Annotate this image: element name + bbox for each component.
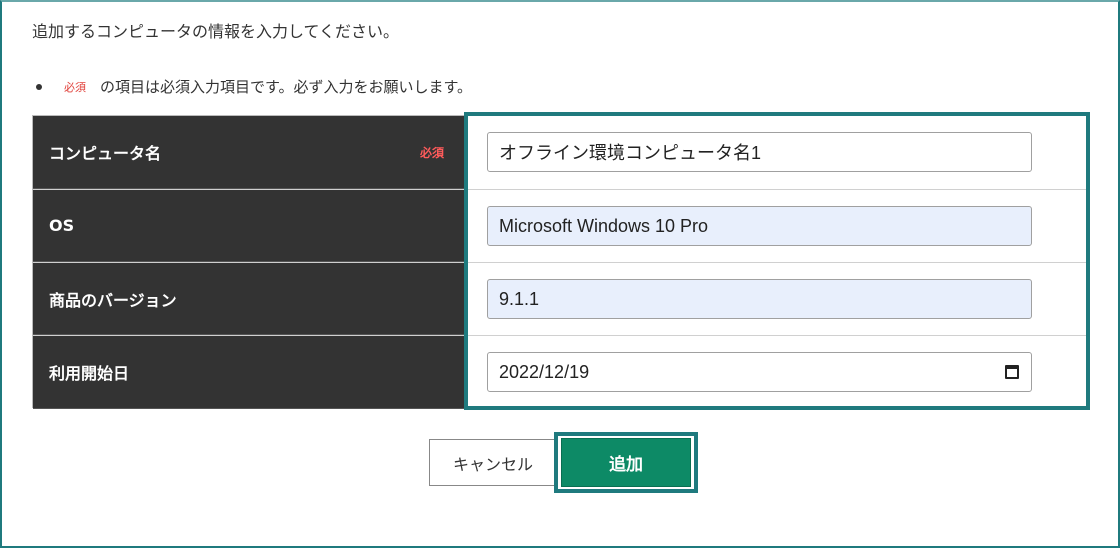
field-label-text: コンピュータ名 <box>49 144 162 163</box>
field-label-text: 商品のバージョン <box>49 290 177 310</box>
form-row-os: OS Microsoft Windows 10 Pro <box>33 189 1088 262</box>
start-date-input[interactable]: 2022/12/19 <box>487 352 1032 392</box>
os-input[interactable]: Microsoft Windows 10 Pro <box>487 206 1032 246</box>
form-row-start-date: 利用開始日 2022/12/19 <box>33 335 1088 409</box>
start-date-value: 2022/12/19 <box>499 361 590 382</box>
field-label: 商品のバージョン <box>33 263 466 335</box>
field-label-text: 利用開始日 <box>49 364 130 383</box>
form-row-computer-name: コンピュータ名 必須 オフライン環境コンピュータ名1 <box>33 116 1088 189</box>
field-label: OS <box>33 190 466 262</box>
bullet-icon <box>36 83 42 90</box>
form-row-version: 商品のバージョン 9.1.1 <box>33 262 1088 335</box>
add-button[interactable]: 追加 <box>561 438 691 487</box>
calendar-icon[interactable] <box>1005 365 1019 379</box>
field-label: コンピュータ名 必須 <box>33 116 466 189</box>
computer-form-table: コンピュータ名 必須 オフライン環境コンピュータ名1 OS Microsoft … <box>32 115 1088 409</box>
required-badge: 必須 <box>64 80 86 94</box>
required-note: 必須 の項目は必須入力項目です。必ず入力をお願いします。 <box>36 76 472 97</box>
field-label: 利用開始日 <box>33 336 466 409</box>
required-badge: 必須 <box>419 145 444 160</box>
field-label-text: OS <box>49 216 75 235</box>
computer-name-input[interactable]: オフライン環境コンピュータ名1 <box>487 132 1032 172</box>
intro-text: 追加するコンピュータの情報を入力してください。 <box>32 22 400 41</box>
version-input[interactable]: 9.1.1 <box>487 279 1032 319</box>
required-note-text: の項目は必須入力項目です。必ず入力をお願いします。 <box>100 78 473 96</box>
cancel-button[interactable]: キャンセル <box>429 439 557 486</box>
